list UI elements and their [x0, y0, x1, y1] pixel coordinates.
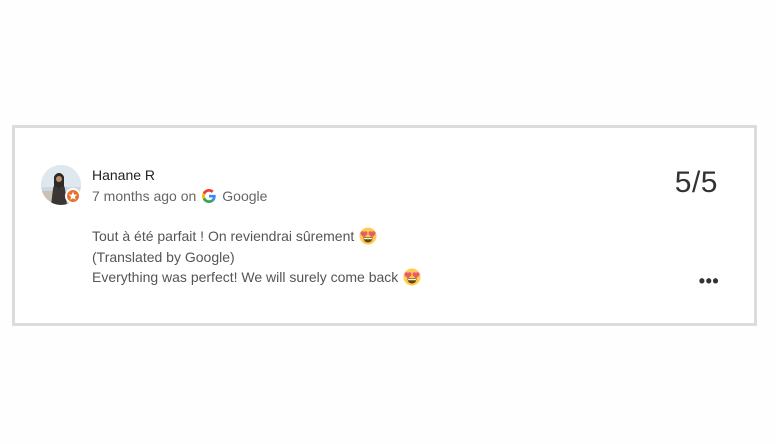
more-options-button[interactable]: •••: [698, 271, 720, 291]
star-icon: [68, 191, 78, 200]
reviewer-name[interactable]: Hanane R: [92, 166, 155, 184]
google-icon: [202, 189, 216, 203]
more-options-icon: •••: [698, 271, 720, 291]
heart-eyes-emoji-icon: [359, 227, 377, 245]
review-card: Hanane R 7 months ago on Google 5/5 Tout…: [12, 125, 757, 326]
original-text-line: Tout à été parfait ! On reviendrai sûrem…: [92, 226, 421, 247]
heart-eyes-emoji-icon: [403, 268, 421, 286]
local-guide-badge-icon: [65, 188, 81, 204]
review-body: Tout à été parfait ! On reviendrai sûrem…: [92, 226, 421, 288]
review-time: 7 months ago on: [92, 188, 197, 204]
translation-note-line: (Translated by Google): [92, 247, 421, 268]
avatar[interactable]: [41, 165, 81, 205]
rating-score: 5/5: [674, 166, 718, 199]
translated-text-line: Everything was perfect! We will surely c…: [92, 267, 421, 288]
review-meta: 7 months ago on Google: [92, 187, 267, 205]
translation-note: (Translated by Google): [92, 248, 235, 265]
original-text: Tout à été parfait ! On reviendrai sûrem…: [92, 228, 355, 244]
review-source[interactable]: Google: [222, 187, 267, 205]
translated-text: Everything was perfect! We will surely c…: [92, 269, 399, 285]
